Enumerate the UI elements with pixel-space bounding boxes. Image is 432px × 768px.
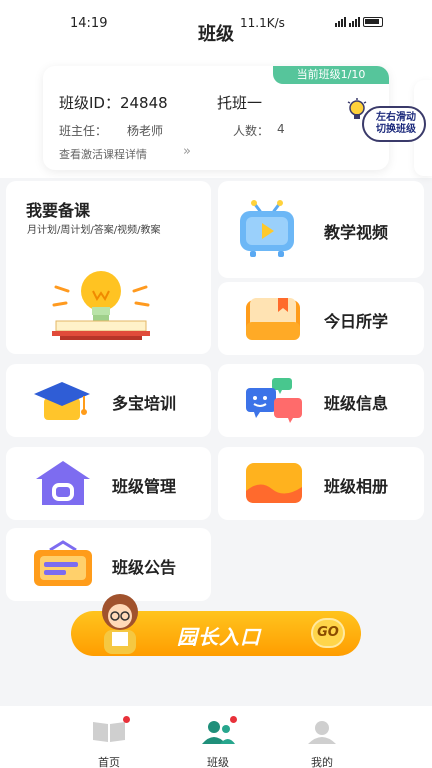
lesson-prep-subtitle: 月计划/周计划/答案/视频/教案 — [27, 225, 161, 236]
training-label: 多宝培训 — [112, 394, 177, 413]
house-icon — [36, 461, 90, 505]
student-count: 4 — [277, 122, 285, 136]
nav-label-mine: 我的 — [311, 756, 333, 768]
swipe-hint: 左右滑动 切换班级 — [340, 98, 430, 148]
book-icon — [93, 722, 125, 742]
notification-dot — [230, 716, 237, 723]
class-management-label: 班级管理 — [112, 477, 177, 496]
photo-album-icon — [246, 463, 302, 503]
class-notice-label: 班级公告 — [112, 558, 177, 577]
double-chevron-right-icon: » — [183, 144, 191, 159]
student-count-label: 人数： — [233, 124, 270, 138]
nav-bar: 班级 — [0, 24, 432, 68]
notice-board-icon — [34, 540, 92, 586]
today-learning-tile[interactable]: 今日所学 — [218, 282, 424, 355]
user-icon — [308, 721, 336, 744]
class-notice-tile[interactable]: 班级公告 — [6, 528, 211, 601]
folder-bookmark-icon — [246, 298, 300, 340]
class-id: 班级ID：24848 — [59, 94, 168, 112]
chat-bubbles-icon — [246, 378, 302, 423]
graduation-cap-icon — [34, 382, 90, 420]
nav-label-class: 班级 — [207, 756, 229, 768]
nav-item-mine[interactable]: 我的 — [292, 720, 352, 768]
teacher-avatar-illustration — [102, 594, 138, 654]
go-button[interactable]: GO — [311, 618, 345, 648]
nav-item-class[interactable]: 班级 — [188, 720, 248, 768]
course-detail-link[interactable]: 查看激活课程详情 — [59, 146, 147, 162]
class-management-tile[interactable]: 班级管理 — [6, 447, 211, 520]
class-info-label: 班级信息 — [324, 394, 389, 413]
lightbulb-icon — [347, 98, 367, 119]
lesson-prep-title: 我要备课 — [26, 201, 91, 220]
teaching-video-tile[interactable]: 教学视频 — [218, 181, 424, 278]
today-learning-label: 今日所学 — [324, 312, 389, 331]
tv-play-icon — [240, 200, 294, 257]
teaching-video-label: 教学视频 — [324, 223, 389, 242]
class-album-label: 班级相册 — [324, 477, 389, 496]
nav-item-home[interactable]: 首页 — [79, 720, 139, 768]
swipe-hint-line1: 左右滑动 — [376, 112, 416, 123]
swipe-hint-line2: 切换班级 — [376, 124, 416, 135]
class-icon — [202, 721, 235, 744]
nav-label-home: 首页 — [98, 756, 120, 768]
notification-dot — [123, 716, 130, 723]
book-lightbulb-illustration — [52, 271, 150, 340]
class-card[interactable]: 当前班级1/10 班级ID：24848 托班一 班主任： 杨老师 人数： 4 查… — [43, 66, 389, 170]
class-album-tile[interactable]: 班级相册 — [218, 447, 424, 520]
teacher-name: 杨老师 — [127, 124, 164, 138]
class-name: 托班一 — [217, 94, 263, 112]
swipe-hint-text: 左右滑动 切换班级 — [368, 112, 424, 136]
principal-entrance-label: 园长入口 — [177, 625, 261, 649]
training-tile[interactable]: 多宝培训 — [6, 364, 211, 437]
teacher-label: 班主任： — [59, 124, 108, 138]
lesson-prep-tile[interactable]: 我要备课 月计划/周计划/答案/视频/教案 — [6, 181, 211, 354]
bottom-navigation: 首页 班级 我的 — [0, 706, 432, 768]
class-info-tile[interactable]: 班级信息 — [218, 364, 424, 437]
current-class-badge: 当前班级1/10 — [273, 66, 389, 84]
page-title: 班级 — [198, 24, 234, 45]
